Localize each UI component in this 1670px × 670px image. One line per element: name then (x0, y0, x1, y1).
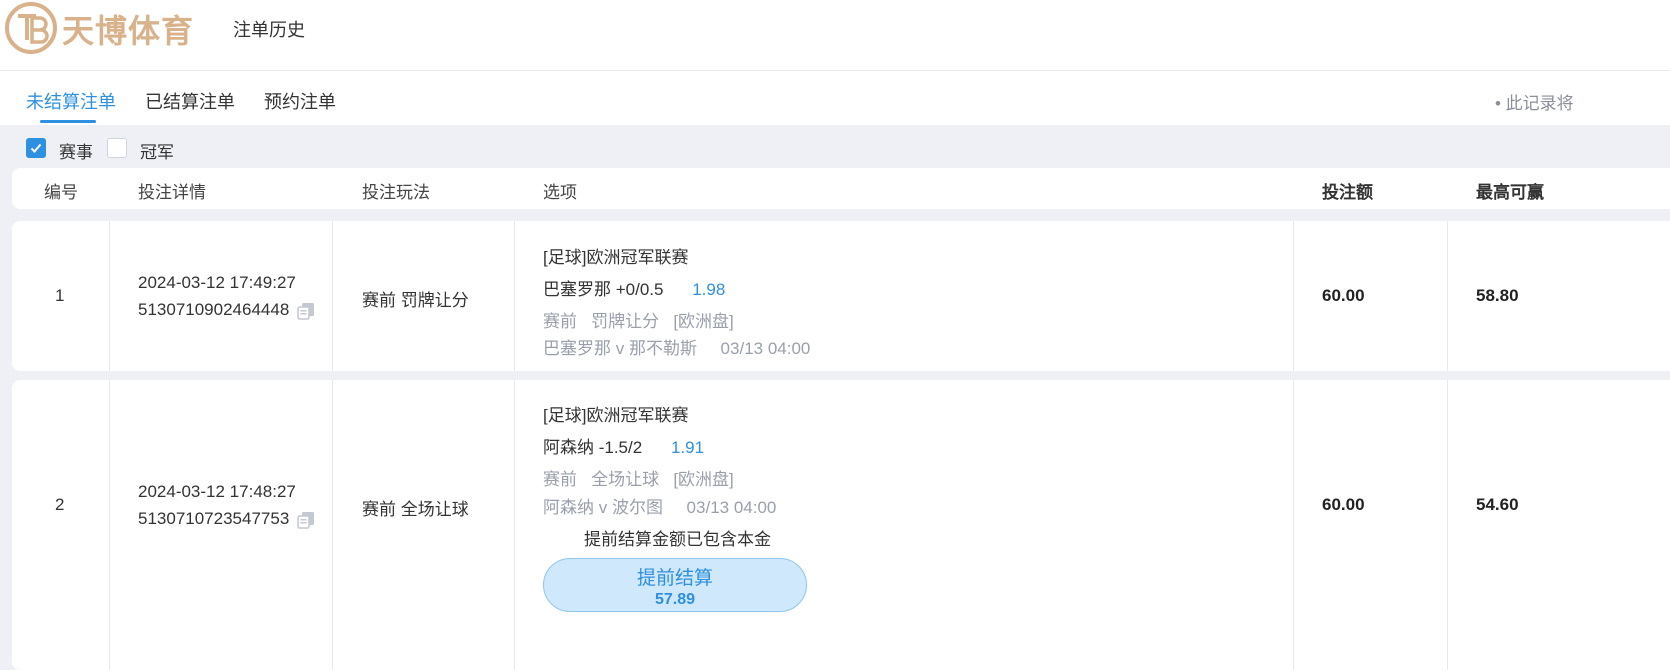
max-win-amount: 54.60 (1476, 495, 1519, 514)
bet-number: 5130710723547753 (138, 509, 290, 528)
col-header-stake: 投注额 (1322, 183, 1373, 202)
column-divider (1293, 221, 1294, 371)
market-info: 赛前 全场让球 [欧洲盘] (543, 470, 734, 489)
match-info: 巴塞罗那 v 那不勒斯 03/13 04:00 (543, 339, 811, 358)
brand-logo[interactable]: 天博体育 (4, 0, 194, 56)
cashout-button-label: 提前结算 (636, 568, 713, 589)
table-row: 1 2024-03-12 17:49:27 5130710902464448 赛… (12, 221, 1670, 371)
selection-text: 巴塞罗那 +0/0.5 (543, 280, 664, 299)
bet-status-tabs: 未结算注单 已结算注单 预约注单 • 此记录将 (0, 71, 1670, 125)
market-info: 赛前 罚牌让分 [欧洲盘] (543, 312, 734, 331)
selection-line: 阿森纳 -1.5/2 1.91 (543, 433, 704, 458)
column-divider (332, 380, 333, 670)
match-info: 阿森纳 v 波尔图 03/13 04:00 (543, 498, 777, 517)
column-divider (109, 221, 110, 371)
bet-datetime: 2024-03-12 17:49:27 (138, 273, 296, 292)
record-note: • 此记录将 (1495, 94, 1574, 113)
filter-champion-checkbox[interactable] (107, 138, 127, 158)
column-divider (109, 380, 110, 670)
copy-icon[interactable] (297, 302, 315, 320)
bet-number: 5130710902464448 (138, 300, 290, 319)
cashout-amount: 57.89 (654, 591, 696, 608)
tab-unsettled[interactable]: 未结算注单 (26, 88, 116, 114)
table-row: 2 2024-03-12 17:48:27 5130710723547753 赛… (12, 380, 1670, 670)
league-name: [足球]欧洲冠军联赛 (543, 406, 689, 425)
col-header-details: 投注详情 (138, 183, 206, 202)
tab-reserved[interactable]: 预约注单 (264, 88, 336, 114)
filter-match-checkbox[interactable] (26, 138, 46, 158)
tb-monogram-icon (5, 2, 57, 54)
column-divider (1447, 380, 1448, 670)
tab-settled[interactable]: 已结算注单 (145, 88, 235, 114)
column-divider (514, 380, 515, 670)
bet-play-type: 赛前 罚牌让分 (362, 291, 469, 310)
filter-match-label[interactable]: 赛事 (59, 138, 93, 163)
column-divider (1293, 380, 1294, 670)
col-header-id: 编号 (44, 183, 78, 202)
page-title: 注单历史 (233, 20, 305, 40)
max-win-amount: 58.80 (1476, 286, 1519, 305)
filter-champion-label[interactable]: 冠军 (140, 138, 174, 163)
league-name: [足球]欧洲冠军联赛 (543, 248, 689, 267)
top-header: 天博体育 注单历史 (0, 0, 1670, 71)
bet-number-wrap: 5130710902464448 (138, 300, 315, 320)
col-header-max-win: 最高可赢 (1476, 183, 1544, 202)
selection-line: 巴塞罗那 +0/0.5 1.98 (543, 275, 725, 300)
cashout-button[interactable]: 提前结算 57.89 (543, 558, 807, 612)
selection-text: 阿森纳 -1.5/2 (543, 438, 643, 457)
cashout-note: 提前结算金额已包含本金 (584, 530, 771, 549)
active-tab-indicator (40, 120, 96, 123)
check-icon (30, 143, 42, 153)
odds-value: 1.98 (692, 280, 726, 299)
column-divider (514, 221, 515, 371)
bet-datetime: 2024-03-12 17:48:27 (138, 482, 296, 501)
row-id: 2 (55, 495, 65, 514)
col-header-play: 投注玩法 (362, 183, 430, 202)
copy-icon[interactable] (297, 511, 315, 529)
col-header-option: 选项 (543, 183, 577, 202)
table-header: 编号 投注详情 投注玩法 选项 投注额 最高可赢 (12, 168, 1670, 209)
bet-number-wrap: 5130710723547753 (138, 509, 315, 529)
brand-logo-text: 天博体育 (62, 12, 195, 50)
stake-amount: 60.00 (1322, 495, 1365, 514)
row-id: 1 (55, 286, 65, 305)
stake-amount: 60.00 (1322, 286, 1365, 305)
odds-value: 1.91 (670, 438, 705, 457)
bet-play-type: 赛前 全场让球 (362, 500, 469, 519)
column-divider (1447, 221, 1448, 371)
column-divider (332, 221, 333, 371)
